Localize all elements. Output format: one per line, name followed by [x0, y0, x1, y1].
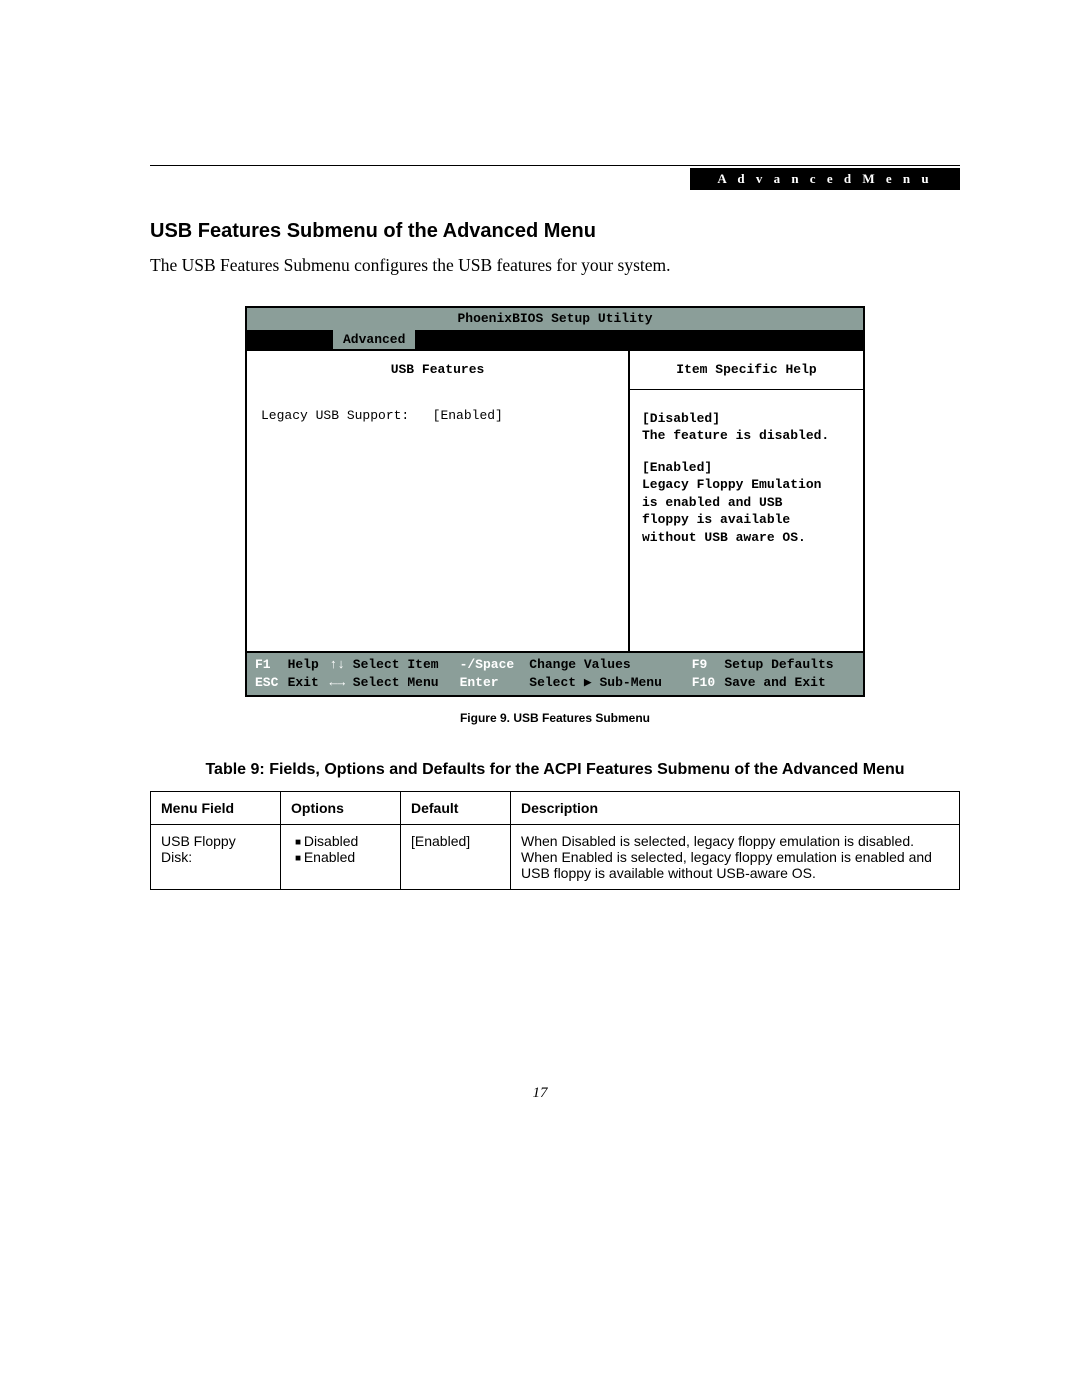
document-page: A d v a n c e d M e n u USB Features Sub… — [0, 0, 1080, 1397]
th-description: Description — [511, 792, 960, 825]
help-enabled-l2: is enabled and USB — [642, 494, 853, 512]
th-default: Default — [401, 792, 511, 825]
key-f9: F9 — [692, 657, 708, 672]
key-f1-label: Help — [286, 656, 328, 674]
bios-setting-row: Legacy USB Support: [Enabled] — [261, 407, 614, 425]
bios-menubar: Advanced — [247, 330, 863, 350]
key-leftright-label: Select Menu — [351, 674, 458, 692]
page-number: 17 — [0, 1085, 1080, 1102]
option-disabled: Disabled — [295, 833, 390, 849]
bios-panel-title: USB Features — [261, 361, 614, 407]
table-row: USB Floppy Disk: Disabled Enabled [Enabl… — [151, 825, 960, 890]
bios-screenshot: PhoenixBIOS Setup Utility Advanced USB F… — [245, 306, 865, 697]
key-space-label: Change Values — [527, 656, 689, 674]
key-updown-label: Select Item — [351, 656, 458, 674]
option-enabled: Enabled — [295, 849, 390, 865]
key-leftright: ←→ — [329, 675, 345, 690]
bios-help-body: [Disabled] The feature is disabled. [Ena… — [630, 390, 863, 571]
key-f10: F10 — [692, 675, 715, 690]
bios-active-menu: Advanced — [333, 330, 415, 350]
key-f9-label: Setup Defaults — [722, 656, 857, 674]
cell-description: When Disabled is selected, legacy floppy… — [511, 825, 960, 890]
section-title: USB Features Submenu of the Advanced Men… — [150, 220, 960, 243]
crop-line — [150, 165, 960, 166]
key-enter: Enter — [460, 675, 499, 690]
key-updown: ↑↓ — [329, 657, 345, 672]
section-intro: The USB Features Submenu configures the … — [150, 255, 960, 276]
cell-options: Disabled Enabled — [281, 825, 401, 890]
bios-utility-title: PhoenixBIOS Setup Utility — [247, 308, 863, 330]
help-enabled-label: [Enabled] — [642, 459, 853, 477]
key-enter-label: Select ▶ Sub-Menu — [527, 674, 689, 692]
cell-menu-field: USB Floppy Disk: — [151, 825, 281, 890]
bios-footer: F1 Help ↑↓ Select Item -/Space Change Va… — [247, 653, 863, 695]
help-enabled-l1: Legacy Floppy Emulation — [642, 476, 853, 494]
fields-table: Menu Field Options Default Description U… — [150, 791, 960, 890]
key-space: -/Space — [460, 657, 515, 672]
page-content: USB Features Submenu of the Advanced Men… — [150, 220, 960, 890]
help-disabled-label: [Disabled] — [642, 410, 853, 428]
header-badge: A d v a n c e d M e n u — [690, 168, 960, 190]
key-esc: ESC — [255, 675, 278, 690]
bios-setting-value: [Enabled] — [433, 408, 503, 423]
help-enabled-l4: without USB aware OS. — [642, 529, 853, 547]
bios-left-panel: USB Features Legacy USB Support: [Enable… — [247, 351, 628, 651]
th-menu-field: Menu Field — [151, 792, 281, 825]
table-title: Table 9: Fields, Options and Defaults fo… — [150, 761, 960, 779]
help-disabled-text: The feature is disabled. — [642, 427, 853, 445]
table-header-row: Menu Field Options Default Description — [151, 792, 960, 825]
help-enabled-l3: floppy is available — [642, 511, 853, 529]
key-esc-label: Exit — [286, 674, 328, 692]
cell-default: [Enabled] — [401, 825, 511, 890]
bios-help-title: Item Specific Help — [630, 351, 863, 390]
key-f1: F1 — [255, 657, 271, 672]
th-options: Options — [281, 792, 401, 825]
key-f10-label: Save and Exit — [722, 674, 857, 692]
figure-caption: Figure 9. USB Features Submenu — [150, 711, 960, 725]
bios-setting-label: Legacy USB Support: — [261, 408, 409, 423]
bios-help-panel: Item Specific Help [Disabled] The featur… — [628, 351, 863, 651]
bios-body: USB Features Legacy USB Support: [Enable… — [247, 349, 863, 653]
